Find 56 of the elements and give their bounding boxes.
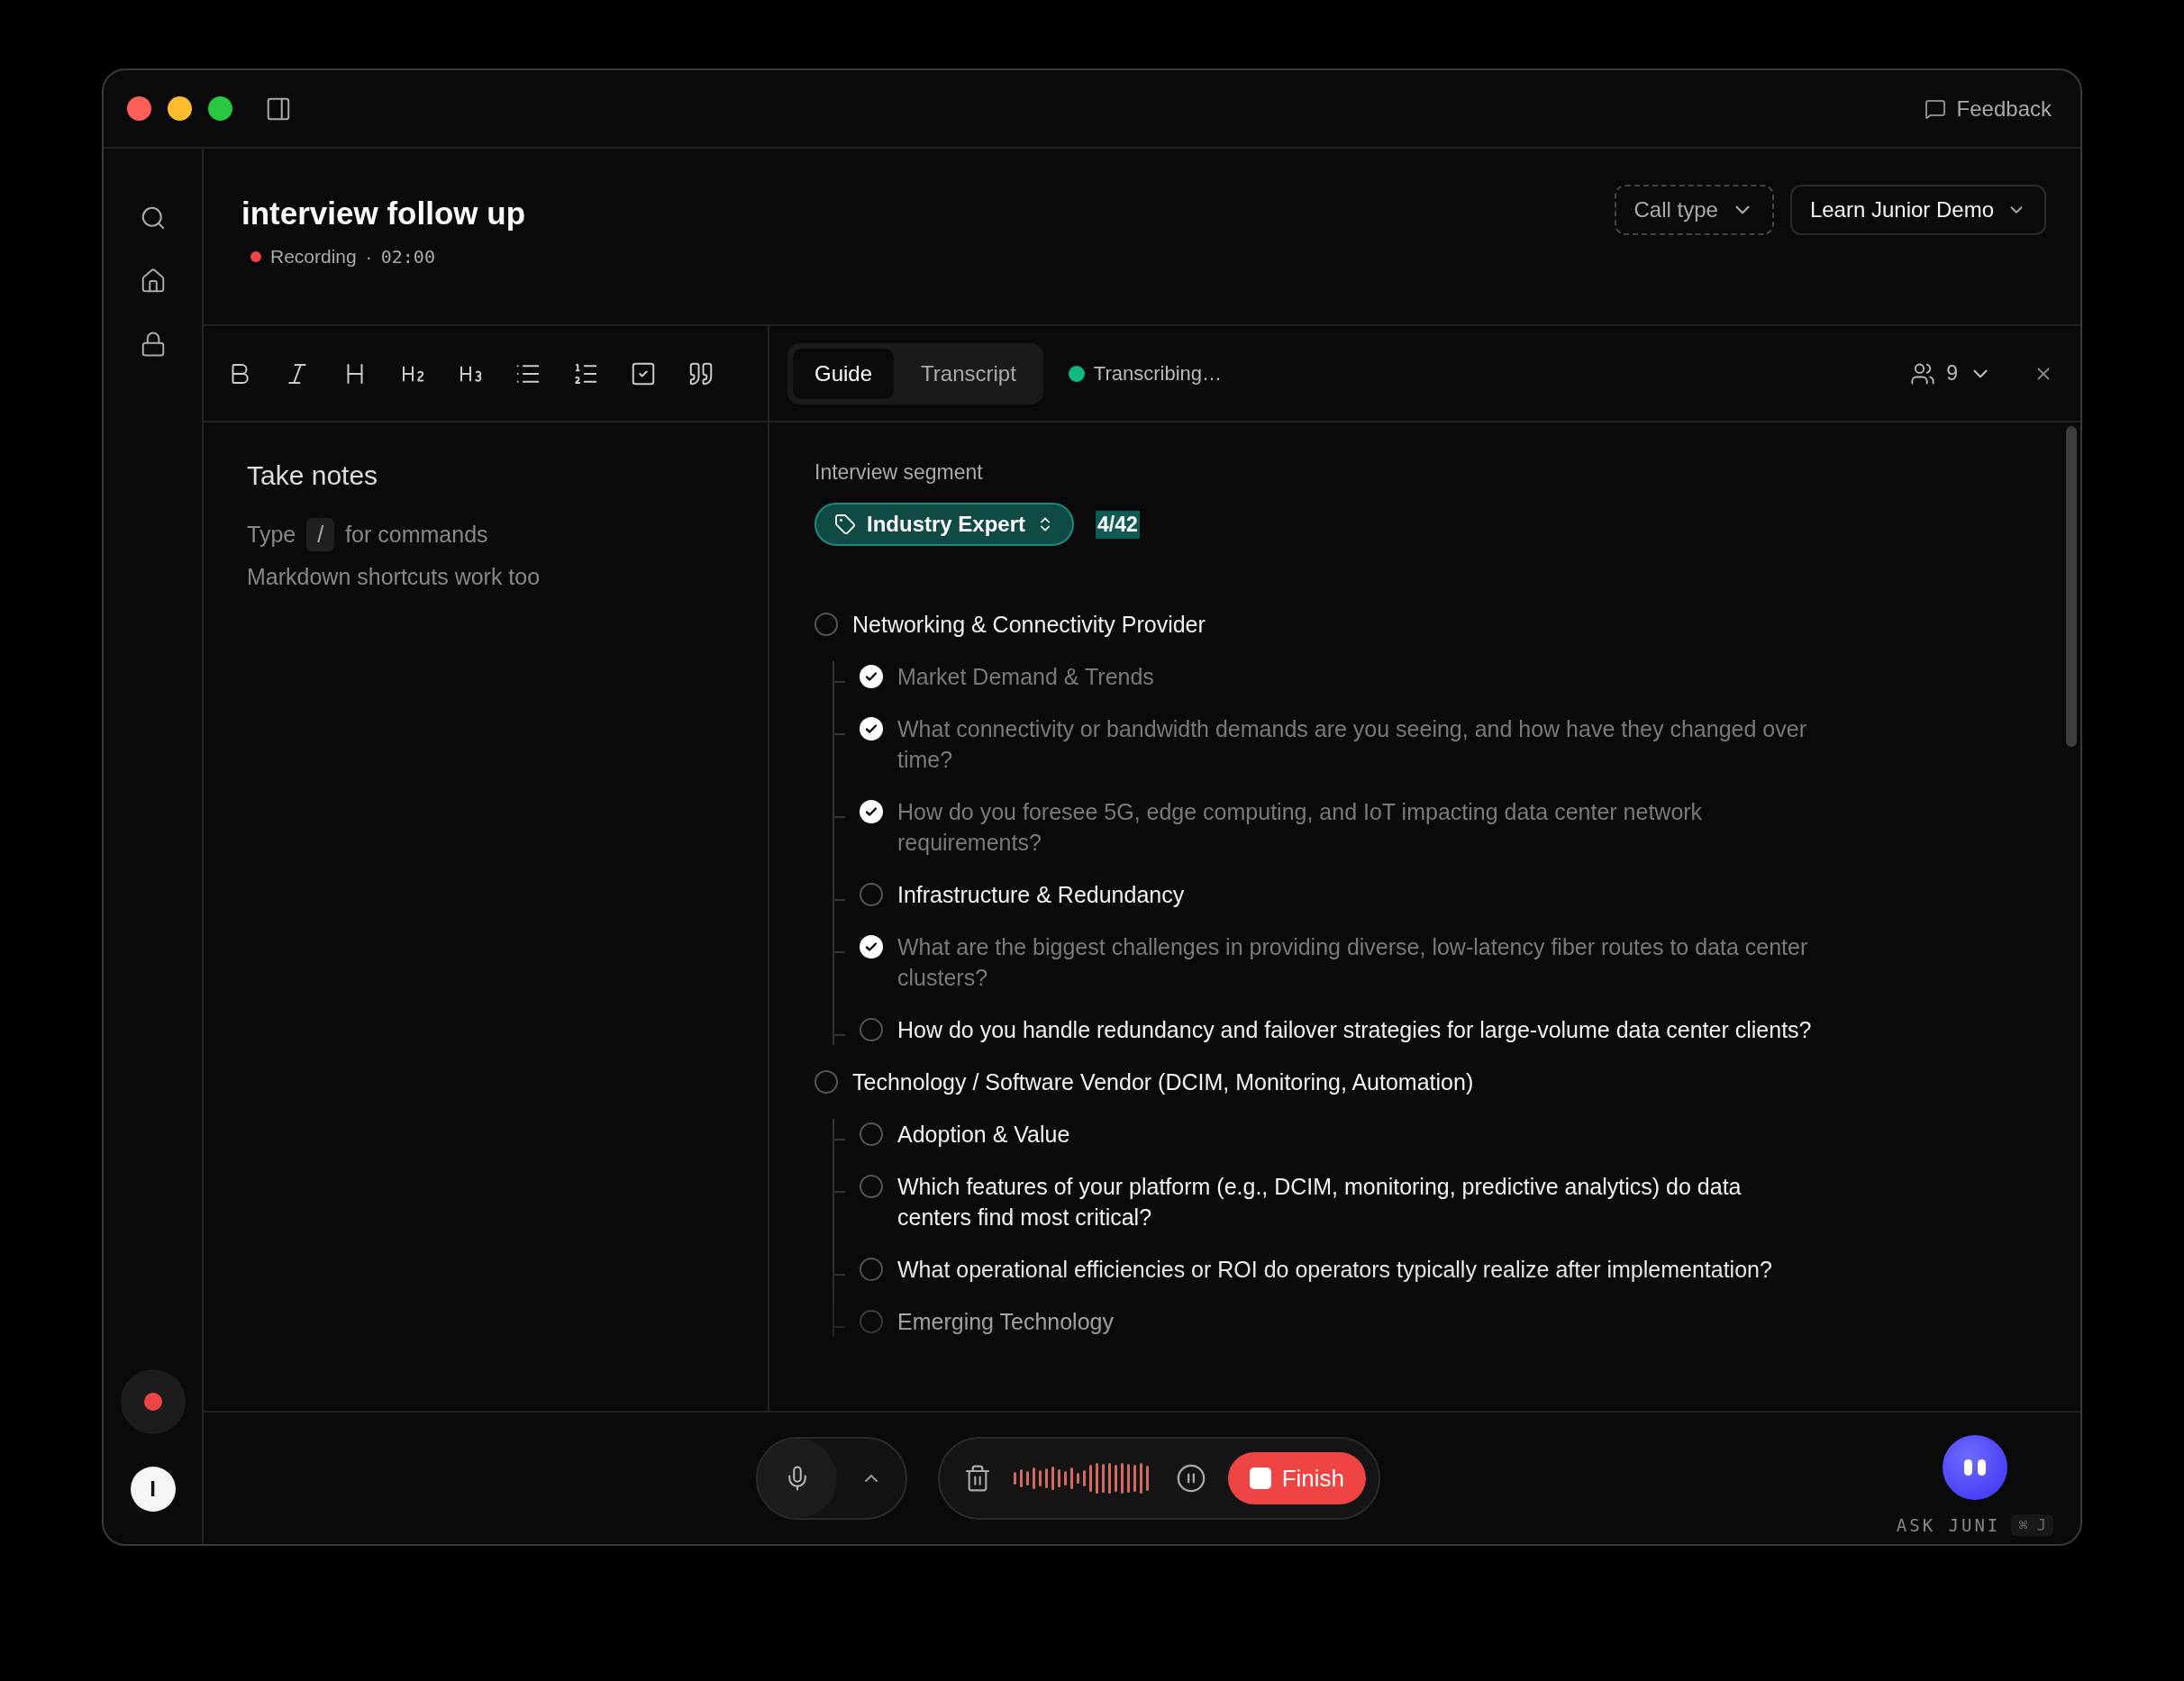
separator-dot: · <box>365 246 372 268</box>
segment-selector[interactable]: Industry Expert <box>814 503 1075 546</box>
user-avatar[interactable]: I <box>130 1467 176 1512</box>
segment-label: Interview segment <box>814 460 984 485</box>
tab[interactable]: Guide <box>793 348 895 399</box>
recording-dot <box>250 251 261 262</box>
checked-circle[interactable] <box>860 717 883 741</box>
close-window-button[interactable] <box>127 96 151 121</box>
chat-icon <box>1924 97 1946 120</box>
feedback-button[interactable]: Feedback <box>1918 95 2057 123</box>
checked-circle[interactable] <box>860 935 883 959</box>
question-text: Market Demand & Trends <box>897 663 1154 691</box>
participants-button[interactable]: 9 <box>1905 359 1997 387</box>
hint-text: Markdown shortcuts work too <box>247 564 541 590</box>
slash-key: / <box>306 518 335 551</box>
tab[interactable]: Transcript <box>899 348 1038 399</box>
recording-time: 02:00 <box>380 246 435 268</box>
question-text: What operational efficiencies or ROI do operators typically realize after implementation? <box>897 1256 1772 1284</box>
unchecked-circle[interactable] <box>860 1122 883 1146</box>
finish-button[interactable]: Finish <box>1227 1452 1367 1504</box>
question-text: How do you foresee 5G, edge computing, and IoT impacting data center network requirements? <box>897 798 1704 857</box>
question-text: Infrastructure & Redundancy <box>897 881 1185 909</box>
workspace-dropdown[interactable]: Learn Junior Demo <box>1789 185 2046 235</box>
hint-text: Type <box>247 522 296 548</box>
minimize-window-button[interactable] <box>168 96 192 121</box>
unchecked-circle[interactable] <box>860 1258 883 1281</box>
note-title: interview follow up <box>241 195 526 232</box>
unchecked-circle[interactable] <box>860 1310 883 1333</box>
recording-status: Recording <box>270 246 357 268</box>
unchecked-circle[interactable] <box>860 1018 883 1041</box>
scrollbar-thumb[interactable] <box>2066 426 2077 747</box>
question-text: What connectivity or bandwidth demands are you seeing, and how have they changed over time? <box>897 715 1807 774</box>
question-text: Emerging Technology <box>897 1308 1114 1336</box>
shortcut-hint: ⌘ J <box>2011 1514 2053 1536</box>
checked-circle[interactable] <box>860 665 883 688</box>
transcribing-dot <box>1068 365 1085 382</box>
pause-button[interactable] <box>1175 1463 1206 1494</box>
question-text: Adoption & Value <box>897 1121 1070 1149</box>
unchecked-circle[interactable] <box>814 1070 838 1094</box>
maximize-window-button[interactable] <box>208 96 232 121</box>
assistant-label: ASK JUNI <box>1896 1515 2001 1535</box>
checked-circle[interactable] <box>860 800 883 823</box>
unchecked-circle[interactable] <box>860 1175 883 1198</box>
hint-text: for commands <box>345 522 488 548</box>
progress-count: 4/42 <box>1096 510 1140 539</box>
question-text: Which features of your platform (e.g., DCIM, monitoring, predictive analytics) do data centers find most critical? <box>897 1173 1743 1231</box>
section-title: Networking & Connectivity Provider <box>852 611 1206 639</box>
tag-icon <box>834 513 856 535</box>
unchecked-circle[interactable] <box>814 613 838 636</box>
unchecked-circle[interactable] <box>860 883 883 906</box>
question-text: What are the biggest challenges in providing diverse, low-latency fiber routes to data center clusters? <box>897 933 1809 992</box>
section-title: Technology / Software Vendor (DCIM, Monitoring, Automation) <box>852 1068 1474 1096</box>
transcribing-status: Transcribing… <box>1093 361 1223 386</box>
call-type-dropdown[interactable]: Call type <box>1614 185 1774 235</box>
question-text: How do you handle redundancy and failover strategies for large-volume data center clients? <box>897 1016 1812 1044</box>
notes-title-placeholder[interactable]: Take notes <box>247 460 724 491</box>
